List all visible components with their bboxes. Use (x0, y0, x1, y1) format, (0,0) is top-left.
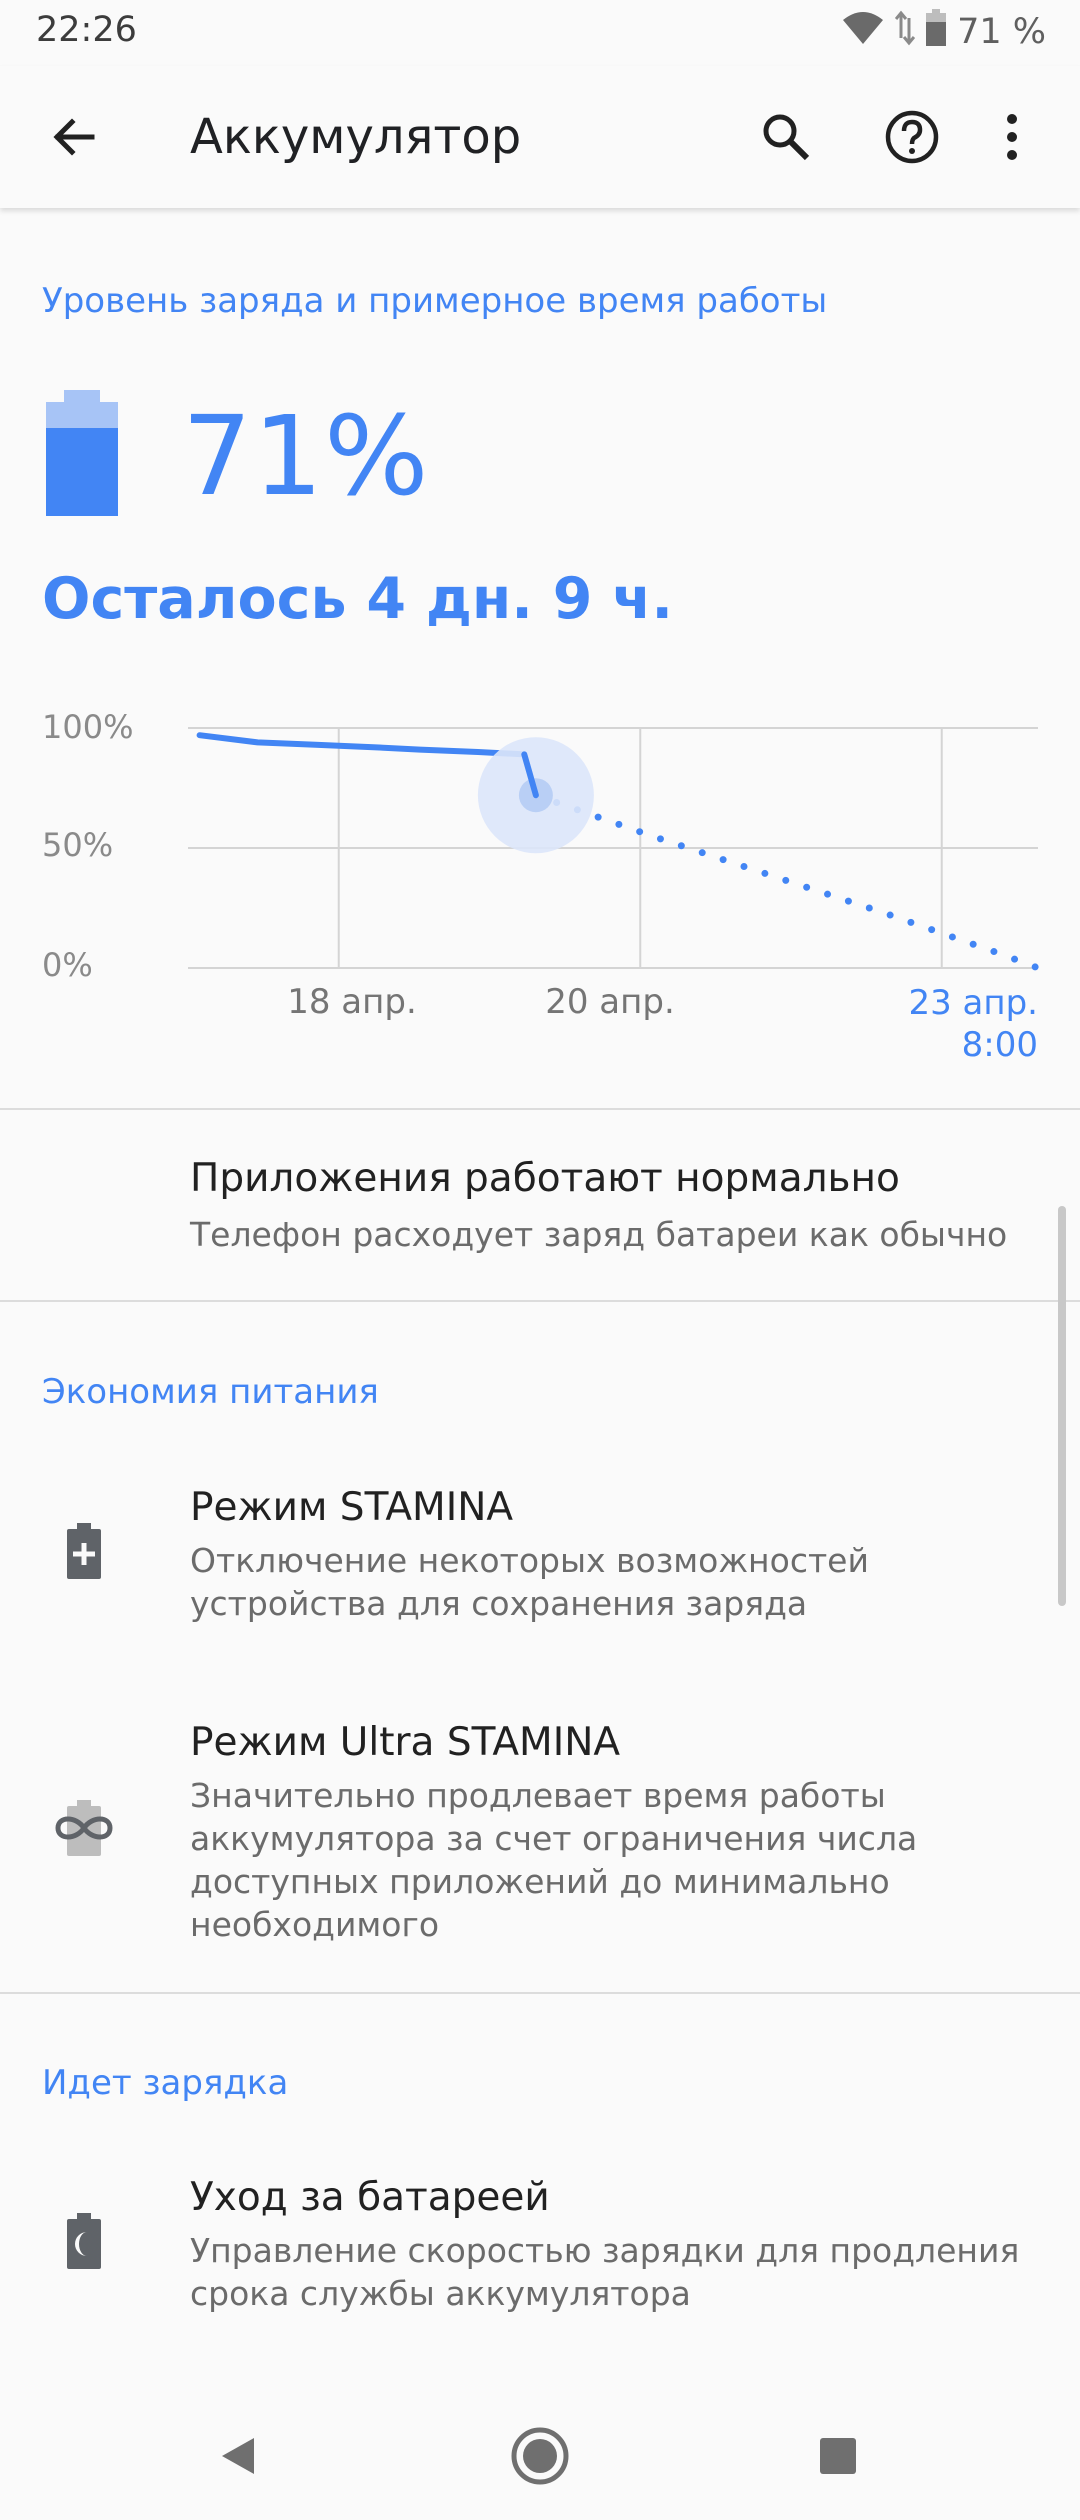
battery-care-item[interactable]: Уход за батареей Управление скоростью за… (0, 2145, 1080, 2345)
nav-home-button[interactable] (476, 2392, 604, 2520)
status-bar: 22:26 71 % (0, 0, 1080, 66)
help-icon (885, 110, 939, 164)
app-bar: Аккумулятор (0, 66, 1080, 208)
x-tick-label-end-date: 23 апр. (908, 983, 1038, 1023)
description-line: Значительно продлевает время работы (190, 1776, 886, 1815)
section-title-battery-level: Уровень заряда и примерное время работы (42, 281, 828, 321)
series-line-forecast (532, 791, 1042, 972)
apps-status-title: Приложения работают нормально (190, 1156, 900, 1201)
page-title: Аккумулятор (190, 109, 522, 165)
battery-care-title: Уход за батареей (190, 2175, 550, 2220)
navigation-bar (0, 2392, 1080, 2520)
description-line: Управление скоростью зарядки для продлен… (190, 2231, 1020, 2270)
divider (0, 1992, 1080, 1994)
help-button[interactable] (872, 97, 952, 177)
battery-care-description: Управление скоростью зарядки для продлен… (190, 2229, 1019, 2315)
battery-status-icon (925, 8, 947, 56)
apps-status-item[interactable]: Приложения работают нормально Телефон ра… (0, 1110, 1080, 1300)
y-tick-label: 100% (42, 708, 134, 746)
battery-remaining-time: Осталось 4 дн. 9 ч. (42, 566, 674, 632)
description-line: Отключение некоторых возможностей (190, 1541, 869, 1580)
battery-percent-status: 71 % (957, 12, 1046, 52)
nav-back-icon (222, 2438, 254, 2474)
ultra-stamina-mode-description: Значительно продлевает время работы акку… (190, 1774, 917, 1946)
x-tick-label-end-time: 8:00 (961, 1025, 1038, 1065)
more-options-button[interactable] (982, 97, 1042, 177)
x-tick-label-end: 23 апр. 8:00 (840, 982, 1038, 1066)
arrow-back-icon (53, 118, 95, 156)
section-title-charging: Идет зарядка (42, 2063, 289, 2103)
status-time: 22:26 (36, 10, 137, 50)
battery-plus-icon (66, 1523, 102, 1583)
stamina-mode-title: Режим STAMINA (190, 1485, 514, 1530)
more-vert-icon (1007, 114, 1017, 160)
battery-percent: 71% (182, 392, 430, 520)
data-activity-icon (894, 10, 916, 55)
y-tick-label: 50% (42, 826, 114, 864)
x-tick-label: 18 апр. (287, 982, 417, 1022)
stamina-mode-description: Отключение некоторых возможностей устрой… (190, 1539, 869, 1625)
ultra-stamina-mode-title: Режим Ultra STAMINA (190, 1720, 621, 1765)
nav-back-button[interactable] (174, 2392, 302, 2520)
search-button[interactable] (746, 97, 826, 177)
description-line: доступных приложений до минимально (190, 1862, 890, 1901)
battery-infinity-icon (52, 1800, 116, 1860)
nav-recents-icon (820, 2438, 856, 2474)
status-indicators: 71 % (841, 8, 1046, 56)
wifi-icon (841, 10, 885, 55)
stamina-mode-item[interactable]: Режим STAMINA Отключение некоторых возмо… (0, 1455, 1080, 1655)
section-title-power-saving: Экономия питания (42, 1372, 379, 1412)
back-button[interactable] (34, 97, 114, 177)
nav-home-icon (511, 2427, 569, 2485)
apps-status-subtitle: Телефон расходует заряд батареи как обыч… (190, 1215, 1008, 1254)
battery-moon-icon (66, 2213, 102, 2273)
x-tick-label: 20 апр. (545, 982, 675, 1022)
search-icon (763, 114, 810, 161)
y-tick-label: 0% (42, 946, 93, 984)
battery-level-icon (44, 390, 120, 522)
description-line: срока службы аккумулятора (190, 2274, 691, 2313)
divider (0, 1300, 1080, 1302)
description-line: аккумулятора за счет ограничения числа (190, 1819, 918, 1858)
nav-recents-button[interactable] (774, 2392, 902, 2520)
ultra-stamina-mode-item[interactable]: Режим Ultra STAMINA Значительно продлева… (0, 1690, 1080, 1970)
description-line: необходимого (190, 1905, 440, 1944)
description-line: устройства для сохранения заряда (190, 1584, 808, 1623)
